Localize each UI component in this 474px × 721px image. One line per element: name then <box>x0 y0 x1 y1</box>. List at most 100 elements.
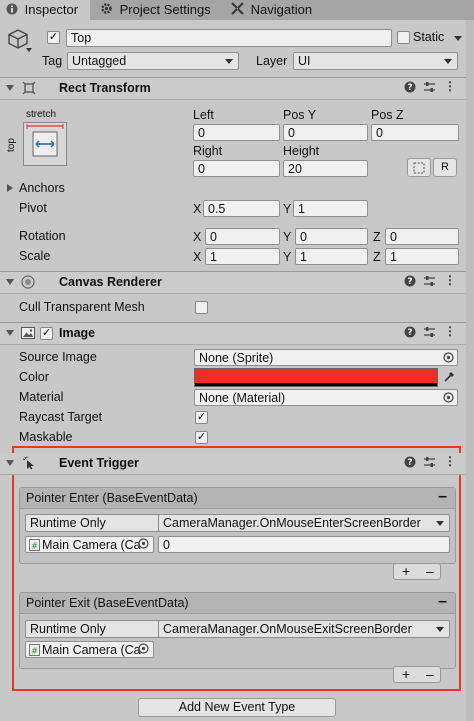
material-field[interactable]: None (Material) <box>194 389 458 406</box>
function-dropdown[interactable]: CameraManager.OnMouseEnterScreenBorder <box>158 514 450 532</box>
presets-icon[interactable] <box>423 275 436 290</box>
static-dropdown-arrow[interactable] <box>454 36 462 41</box>
posy-field[interactable]: 0 <box>283 124 368 141</box>
rotation-y-field[interactable]: 0 <box>295 228 368 245</box>
tab-navigation[interactable]: Navigation <box>231 0 331 20</box>
left-field[interactable]: 0 <box>193 124 280 141</box>
tag-label: Tag <box>42 54 63 68</box>
active-checkbox[interactable]: ✓ <box>47 31 60 44</box>
add-listener-button[interactable]: + <box>402 564 410 578</box>
remove-event-button[interactable]: – <box>438 488 447 506</box>
tag-value: Untagged <box>72 54 127 68</box>
material-value: None (Material) <box>199 391 286 405</box>
scale-x-field[interactable]: 1 <box>205 248 280 265</box>
object-picker-icon[interactable] <box>443 392 454 406</box>
more-options-icon[interactable]: ⋮ <box>444 273 456 287</box>
object-picker-icon[interactable] <box>138 643 149 657</box>
more-options-icon[interactable]: ⋮ <box>444 79 456 93</box>
rotation-x-field[interactable]: 0 <box>205 228 280 245</box>
more-options-icon[interactable]: ⋮ <box>444 454 456 468</box>
svg-text:?: ? <box>407 458 412 468</box>
object-picker-icon[interactable] <box>443 352 454 366</box>
scale-y-label: Y <box>283 250 292 264</box>
tab-inspector[interactable]: Inspector <box>0 0 90 20</box>
foldout-arrow[interactable] <box>6 85 14 91</box>
help-icon[interactable]: ? <box>404 275 416 290</box>
foldout-arrow[interactable] <box>6 330 14 336</box>
add-new-event-type-button[interactable]: Add New Event Type <box>138 698 336 717</box>
tab-project-settings[interactable]: Project Settings <box>100 0 222 20</box>
function-value: CameraManager.OnMouseEnterScreenBorder <box>163 516 421 530</box>
event-list-footer: + – <box>393 563 441 580</box>
rotation-z-field[interactable]: 0 <box>385 228 459 245</box>
left-label: Left <box>193 108 214 122</box>
event-trigger-header[interactable]: Event Trigger ? ⋮ <box>0 453 466 475</box>
pointer-enter-event-box: Pointer Enter (BaseEventData) – Runtime … <box>19 487 456 564</box>
rect-transform-header[interactable]: Rect Transform ? ⋮ <box>0 77 466 100</box>
target-object-value: Main Camera (Ca <box>42 538 141 552</box>
static-checkbox[interactable] <box>397 31 410 44</box>
posy-label: Pos Y <box>283 108 317 122</box>
scale-y-field[interactable]: 1 <box>295 248 368 265</box>
raycast-target-checkbox[interactable]: ✓ <box>195 411 208 424</box>
help-icon[interactable]: ? <box>404 81 416 96</box>
canvas-renderer-header[interactable]: Canvas Renderer ? ⋮ <box>0 271 466 294</box>
image-header[interactable]: ✓ Image ? ⋮ <box>0 322 466 345</box>
color-swatch[interactable] <box>194 368 438 387</box>
runtime-dropdown[interactable]: Runtime Only <box>25 620 175 638</box>
remove-event-button[interactable]: – <box>438 593 447 611</box>
add-listener-button[interactable]: + <box>402 667 410 681</box>
presets-icon[interactable] <box>423 81 436 96</box>
event-header-label: Pointer Enter (BaseEventData) <box>26 491 198 505</box>
anchors-foldout-arrow[interactable] <box>7 184 13 192</box>
remove-listener-button[interactable]: – <box>426 667 434 681</box>
object-picker-icon[interactable] <box>138 538 149 552</box>
pivot-y-field[interactable]: 1 <box>293 200 368 217</box>
eyedropper-icon[interactable] <box>443 370 456 386</box>
right-field[interactable]: 0 <box>193 160 280 177</box>
cull-transparent-mesh-checkbox[interactable] <box>195 301 208 314</box>
help-icon[interactable]: ? <box>404 326 416 341</box>
anchor-preset-button[interactable] <box>23 122 67 166</box>
scale-label: Scale <box>19 249 51 263</box>
more-options-icon[interactable]: ⋮ <box>444 324 456 338</box>
maskable-label: Maskable <box>19 430 73 444</box>
tag-dropdown[interactable]: Untagged <box>67 52 239 70</box>
image-enabled-checkbox[interactable]: ✓ <box>40 327 53 340</box>
raw-edit-button[interactable]: R <box>433 158 457 177</box>
target-object-field[interactable]: # Main Camera (Ca <box>25 536 154 553</box>
blueprint-mode-button[interactable] <box>407 158 431 177</box>
presets-icon[interactable] <box>423 456 436 471</box>
runtime-dropdown[interactable]: Runtime Only <box>25 514 175 532</box>
tab-navigation-label: Navigation <box>250 2 313 17</box>
rotation-z-label: Z <box>373 230 381 244</box>
function-dropdown[interactable]: CameraManager.OnMouseExitScreenBorder <box>158 620 450 638</box>
anchor-preset-side-label: top <box>6 138 17 152</box>
inspector-scrollbar[interactable] <box>466 20 474 721</box>
foldout-arrow[interactable] <box>6 279 14 285</box>
help-icon[interactable]: ? <box>404 456 416 471</box>
scale-z-label: Z <box>373 250 381 264</box>
presets-icon[interactable] <box>423 326 436 341</box>
icon-dropdown-arrow[interactable] <box>26 48 32 52</box>
event-header: Pointer Enter (BaseEventData) – <box>20 488 455 509</box>
layer-dropdown[interactable]: UI <box>293 52 458 70</box>
argument-field[interactable]: 0 <box>158 536 450 553</box>
anchors-label[interactable]: Anchors <box>19 181 65 195</box>
svg-text:#: # <box>31 647 38 656</box>
pivot-x-field[interactable]: 0.5 <box>203 200 280 217</box>
height-field[interactable]: 20 <box>283 160 368 177</box>
remove-listener-button[interactable]: – <box>426 564 434 578</box>
name-field[interactable]: Top <box>66 29 392 47</box>
color-label: Color <box>19 370 49 384</box>
target-object-field[interactable]: # Main Camera (Ca <box>25 641 154 658</box>
pivot-x-label: X <box>193 202 202 216</box>
svg-text:?: ? <box>407 277 412 287</box>
scale-z-field[interactable]: 1 <box>385 248 459 265</box>
source-image-field[interactable]: None (Sprite) <box>194 349 458 366</box>
tab-inspector-label: Inspector <box>24 2 79 17</box>
posz-field[interactable]: 0 <box>371 124 459 141</box>
maskable-checkbox[interactable]: ✓ <box>195 431 208 444</box>
foldout-arrow[interactable] <box>6 460 14 466</box>
runtime-value: Runtime Only <box>30 516 106 530</box>
